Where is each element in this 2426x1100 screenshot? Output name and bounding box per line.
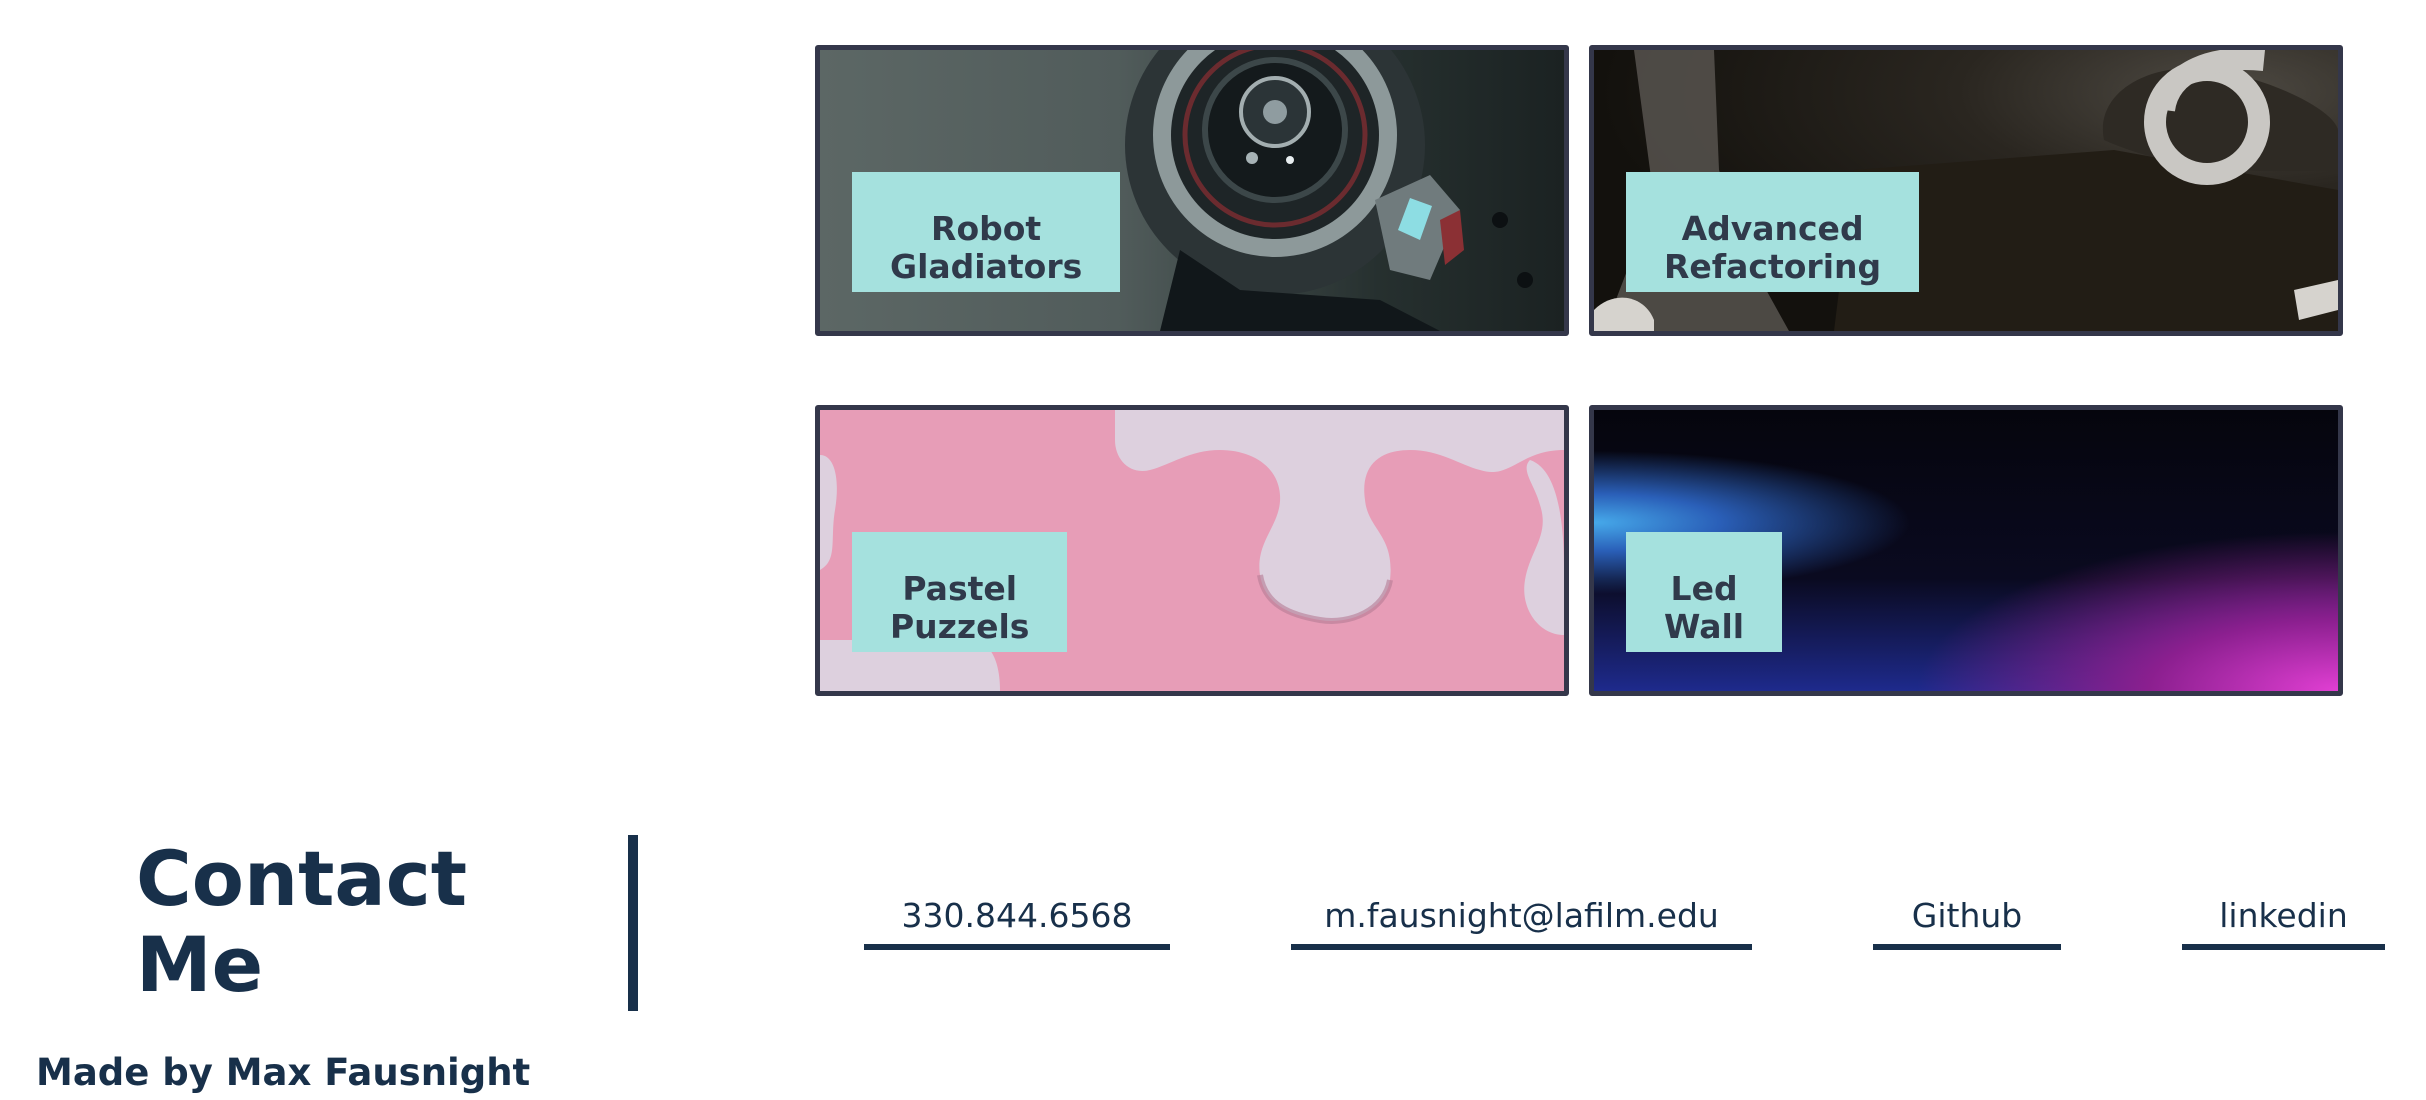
contact-title: Contact Me	[136, 834, 468, 1009]
linkedin-link[interactable]: linkedin	[2182, 894, 2385, 950]
phone-link[interactable]: 330.844.6568	[864, 894, 1170, 950]
project-card-advanced-refactoring[interactable]: Advanced Refactoring	[1589, 45, 2343, 336]
project-title: Robot Gladiators	[852, 172, 1121, 292]
project-title: Advanced Refactoring	[1626, 172, 1920, 292]
project-card-led-wall[interactable]: Led Wall	[1589, 405, 2343, 696]
contact-divider	[628, 835, 638, 1011]
project-card-robot-gladiators[interactable]: Robot Gladiators	[815, 45, 1569, 336]
email-link[interactable]: m.fausnight@lafilm.edu	[1291, 894, 1752, 950]
project-card-pastel-puzzels[interactable]: Pastel Puzzels	[815, 405, 1569, 696]
footer-credit: Made by Max Fausnight	[36, 1051, 531, 1094]
project-title: Pastel Puzzels	[852, 532, 1068, 652]
github-link[interactable]: Github	[1873, 894, 2061, 950]
project-title: Led Wall	[1626, 532, 1783, 652]
